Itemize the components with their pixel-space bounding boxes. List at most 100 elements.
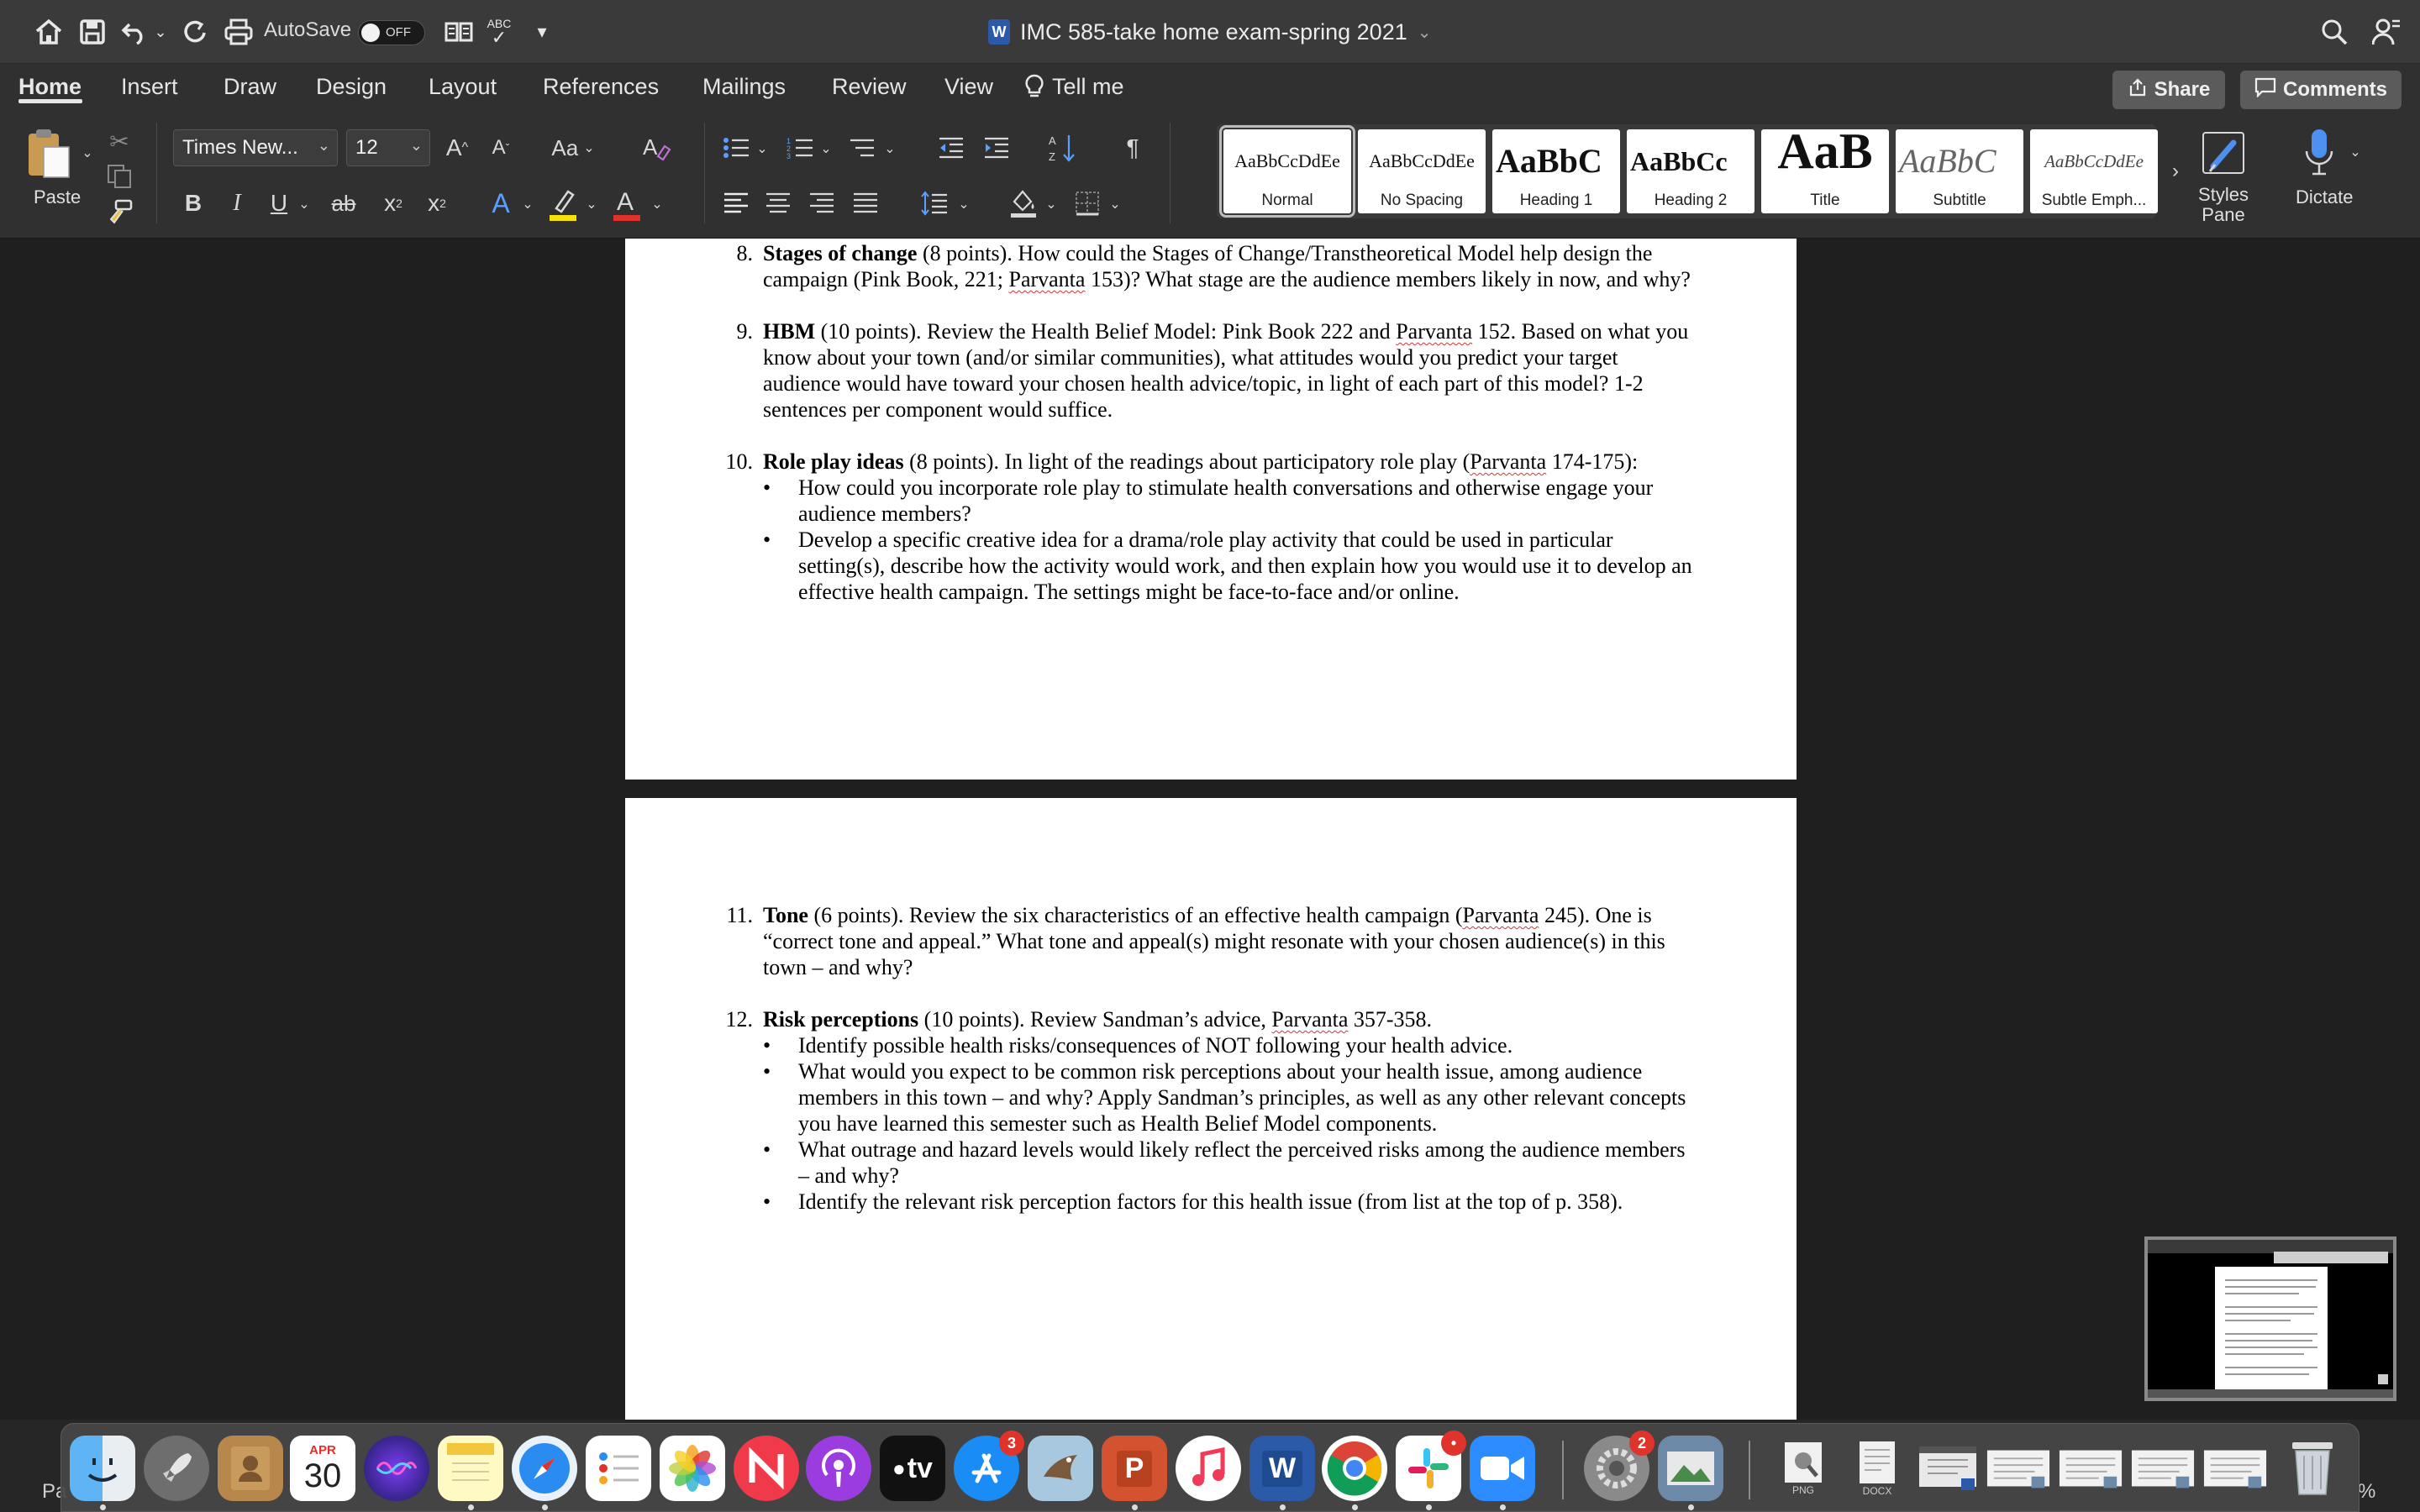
tab-review[interactable]: Review bbox=[832, 74, 907, 100]
justify-icon[interactable] bbox=[849, 186, 882, 220]
style-title[interactable]: AaB Title bbox=[1761, 129, 1889, 213]
style-subtle-emphasis[interactable]: AaBbCcDdEe Subtle Emph... bbox=[2030, 129, 2158, 213]
underline-chevron-icon[interactable]: ⌄ bbox=[296, 192, 313, 217]
cut-scissors-icon[interactable]: ✂ bbox=[104, 126, 134, 156]
align-right-icon[interactable] bbox=[805, 186, 839, 220]
tab-design[interactable]: Design bbox=[316, 74, 387, 100]
news-icon[interactable] bbox=[734, 1436, 799, 1501]
show-formatting-marks-button[interactable]: ¶ bbox=[1118, 131, 1148, 165]
change-case-button[interactable]: Aa ⌄ bbox=[548, 131, 598, 165]
image-capture-icon[interactable] bbox=[1658, 1436, 1723, 1501]
tab-home[interactable]: Home bbox=[18, 74, 82, 100]
spelling-flagged-word[interactable]: Parvanta bbox=[1462, 903, 1539, 927]
redo-icon[interactable] bbox=[178, 13, 212, 50]
minimized-window-icon[interactable] bbox=[2130, 1436, 2196, 1501]
home-icon[interactable] bbox=[30, 13, 67, 50]
word-icon[interactable]: W bbox=[1249, 1436, 1315, 1501]
tab-insert[interactable]: Insert bbox=[121, 74, 178, 100]
shading-chevron-icon[interactable]: ⌄ bbox=[1044, 192, 1059, 217]
style-no-spacing[interactable]: AaBbCcDdEe No Spacing bbox=[1358, 129, 1486, 213]
customize-toolbar-icon[interactable]: ▾ bbox=[528, 13, 556, 50]
numbered-list-icon[interactable]: 123 bbox=[783, 131, 817, 165]
calendar-icon[interactable]: APR 30 bbox=[290, 1436, 355, 1501]
tab-layout[interactable]: Layout bbox=[429, 74, 497, 100]
style-heading-1[interactable]: AaBbC Heading 1 bbox=[1492, 129, 1620, 213]
font-color-chevron-icon[interactable]: ⌄ bbox=[649, 192, 666, 217]
style-heading-2[interactable]: AaBbCc Heading 2 bbox=[1627, 129, 1754, 213]
minimized-window-icon[interactable] bbox=[2202, 1436, 2268, 1501]
decrease-indent-icon[interactable] bbox=[934, 131, 968, 165]
text-effects-chevron-icon[interactable]: ⌄ bbox=[519, 192, 536, 217]
launchpad-rocket-icon[interactable] bbox=[144, 1436, 209, 1501]
align-center-icon[interactable] bbox=[761, 186, 795, 220]
format-painter-icon[interactable] bbox=[104, 197, 134, 227]
word-window-minimized-icon[interactable] bbox=[1915, 1436, 1981, 1501]
chrome-icon[interactable] bbox=[1322, 1436, 1387, 1501]
save-icon[interactable] bbox=[74, 13, 111, 50]
screenshot-preview-thumbnail[interactable] bbox=[2144, 1236, 2396, 1401]
clear-formatting-icon[interactable]: A bbox=[639, 131, 676, 165]
tell-me-search[interactable]: Tell me bbox=[1025, 74, 1124, 105]
italic-button[interactable]: I bbox=[222, 186, 252, 220]
spelling-flagged-word[interactable]: Parvanta bbox=[1271, 1007, 1348, 1032]
line-spacing-icon[interactable] bbox=[918, 186, 951, 220]
text-effects-icon[interactable]: A bbox=[482, 185, 519, 222]
tab-view[interactable]: View bbox=[944, 74, 993, 100]
undo-dropdown-chevron-icon[interactable]: ⌄ bbox=[151, 13, 170, 50]
borders-icon[interactable] bbox=[1071, 186, 1104, 220]
increase-indent-icon[interactable] bbox=[980, 131, 1013, 165]
png-file-icon[interactable]: PNG bbox=[1770, 1436, 1836, 1501]
font-color-icon[interactable]: A bbox=[608, 183, 645, 225]
siri-icon[interactable] bbox=[364, 1436, 429, 1501]
font-size-dropdown[interactable]: 12 ⌄ bbox=[346, 129, 430, 166]
spelling-flagged-word[interactable]: Parvanta bbox=[1396, 319, 1472, 344]
bullets-list-icon[interactable] bbox=[719, 131, 753, 165]
reminders-icon[interactable] bbox=[586, 1436, 651, 1501]
apple-tv-icon[interactable]: ● tv bbox=[880, 1436, 945, 1501]
document-page[interactable]: 8. Stages of change (8 points). How coul… bbox=[625, 239, 1797, 780]
photos-icon[interactable] bbox=[660, 1436, 725, 1501]
document-page[interactable]: 11. Tone (6 points). Review the six char… bbox=[625, 798, 1797, 1428]
dictate-chevron-icon[interactable]: ⌄ bbox=[2346, 139, 2365, 165]
multilevel-list-icon[interactable] bbox=[845, 131, 879, 165]
zoom-video-icon[interactable] bbox=[1470, 1436, 1535, 1501]
paste-options-chevron-icon[interactable]: ⌄ bbox=[79, 143, 96, 163]
document-title-area[interactable]: W IMC 585-take home exam-spring 2021 ⌄ bbox=[988, 15, 1432, 49]
slack-icon[interactable]: • bbox=[1396, 1431, 1466, 1501]
finder-icon[interactable] bbox=[70, 1436, 135, 1501]
dictate-microphone-icon[interactable] bbox=[2294, 126, 2344, 180]
music-icon[interactable] bbox=[1176, 1436, 1241, 1501]
grow-font-icon[interactable]: A ^ bbox=[439, 131, 476, 165]
multilevel-chevron-icon[interactable]: ⌄ bbox=[882, 136, 897, 161]
layout-view-icon[interactable] bbox=[442, 13, 476, 50]
contacts-book-icon[interactable] bbox=[218, 1436, 283, 1501]
shrink-font-icon[interactable]: Aˇ bbox=[482, 131, 519, 165]
borders-chevron-icon[interactable]: ⌄ bbox=[1107, 192, 1123, 217]
docx-file-icon[interactable]: DOCX bbox=[1844, 1436, 1910, 1501]
system-preferences-gear-icon[interactable]: 2 bbox=[1584, 1431, 1655, 1501]
search-icon[interactable] bbox=[2316, 13, 2353, 50]
spelling-flagged-word[interactable]: Parvanta bbox=[1470, 449, 1546, 474]
paste-clipboard-icon[interactable] bbox=[24, 124, 74, 183]
print-icon[interactable] bbox=[222, 13, 255, 50]
superscript-button[interactable]: x2 bbox=[420, 186, 454, 220]
font-name-dropdown[interactable]: Times New... ⌄ bbox=[173, 129, 338, 166]
underline-button[interactable]: U bbox=[264, 186, 294, 220]
share-button[interactable]: Share bbox=[2112, 71, 2225, 109]
bold-button[interactable]: B bbox=[178, 186, 208, 220]
style-normal[interactable]: AaBbCcDdEe Normal bbox=[1219, 125, 1355, 218]
trash-icon[interactable] bbox=[2280, 1436, 2345, 1501]
minimized-window-icon[interactable] bbox=[2058, 1436, 2123, 1501]
preview-bird-icon[interactable] bbox=[1028, 1436, 1093, 1501]
spelling-check-icon[interactable]: ABC ✓ bbox=[482, 13, 516, 50]
spelling-flagged-word[interactable]: Parvanta bbox=[1008, 267, 1085, 291]
tab-mailings[interactable]: Mailings bbox=[702, 74, 786, 100]
safari-compass-icon[interactable] bbox=[512, 1436, 577, 1501]
tab-draw[interactable]: Draw bbox=[224, 74, 276, 100]
bullets-chevron-icon[interactable]: ⌄ bbox=[755, 136, 770, 161]
minimized-window-icon[interactable] bbox=[1986, 1436, 2051, 1501]
title-chevron-down-icon[interactable]: ⌄ bbox=[1418, 22, 1432, 43]
autosave-toggle[interactable]: OFF bbox=[358, 20, 425, 45]
highlight-color-icon[interactable] bbox=[544, 183, 581, 225]
app-store-icon[interactable]: 3 bbox=[954, 1431, 1024, 1501]
